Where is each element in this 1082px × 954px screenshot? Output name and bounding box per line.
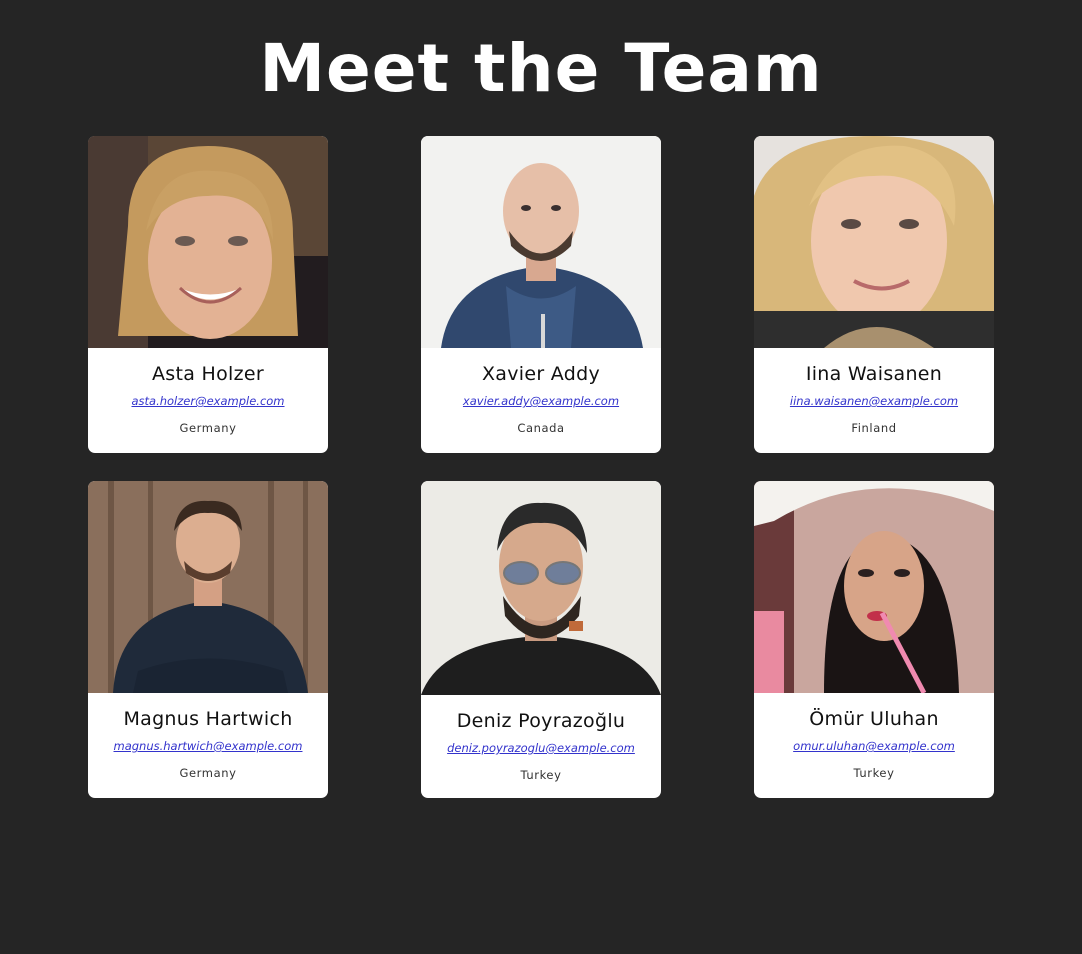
member-country: Germany: [179, 421, 237, 435]
profile-photo: [88, 136, 328, 348]
team-card: Ömür Uluhan omur.uluhan@example.com Turk…: [754, 481, 994, 798]
team-grid: Asta Holzer asta.holzer@example.com Germ…: [88, 136, 994, 798]
team-card: Asta Holzer asta.holzer@example.com Germ…: [88, 136, 328, 453]
profile-photo: [754, 481, 994, 693]
member-name: Xavier Addy: [481, 363, 601, 385]
card-info: Xavier Addy xavier.addy@example.com Cana…: [421, 348, 661, 436]
member-name: Magnus Hartwich: [123, 708, 293, 730]
card-info: Ömür Uluhan omur.uluhan@example.com Turk…: [754, 693, 994, 781]
member-name: Asta Holzer: [152, 363, 264, 385]
member-name: Deniz Poyrazoğlu: [456, 710, 626, 732]
member-country: Canada: [517, 421, 565, 435]
card-info: Iina Waisanen iina.waisanen@example.com …: [754, 348, 994, 436]
member-email-link[interactable]: omur.uluhan@example.com: [754, 738, 994, 754]
member-email-link[interactable]: iina.waisanen@example.com: [754, 393, 994, 409]
member-email-link[interactable]: deniz.poyrazoglu@example.com: [421, 740, 661, 756]
card-info: Magnus Hartwich magnus.hartwich@example.…: [88, 693, 328, 781]
member-email-link[interactable]: asta.holzer@example.com: [88, 393, 328, 409]
page-title: Meet the Team: [259, 30, 823, 107]
card-info: Deniz Poyrazoğlu deniz.poyrazoglu@exampl…: [421, 695, 661, 783]
team-card: Iina Waisanen iina.waisanen@example.com …: [754, 136, 994, 453]
member-email-link[interactable]: xavier.addy@example.com: [421, 393, 661, 409]
team-card: Deniz Poyrazoğlu deniz.poyrazoglu@exampl…: [421, 481, 661, 798]
team-page: Meet the Team Asta Holzer asta.holzer@ex…: [0, 0, 1082, 954]
profile-photo: [421, 136, 661, 348]
member-country: Turkey: [520, 768, 562, 782]
profile-photo: [421, 481, 661, 695]
member-email-link[interactable]: magnus.hartwich@example.com: [88, 738, 328, 754]
member-name: Ömür Uluhan: [809, 708, 939, 730]
member-country: Germany: [179, 766, 237, 780]
member-name: Iina Waisanen: [805, 363, 943, 385]
member-country: Turkey: [853, 766, 895, 780]
profile-photo: [754, 136, 994, 348]
profile-photo: [88, 481, 328, 693]
team-card: Magnus Hartwich magnus.hartwich@example.…: [88, 481, 328, 798]
card-info: Asta Holzer asta.holzer@example.com Germ…: [88, 348, 328, 436]
member-country: Finland: [851, 421, 897, 435]
team-card: Xavier Addy xavier.addy@example.com Cana…: [421, 136, 661, 453]
